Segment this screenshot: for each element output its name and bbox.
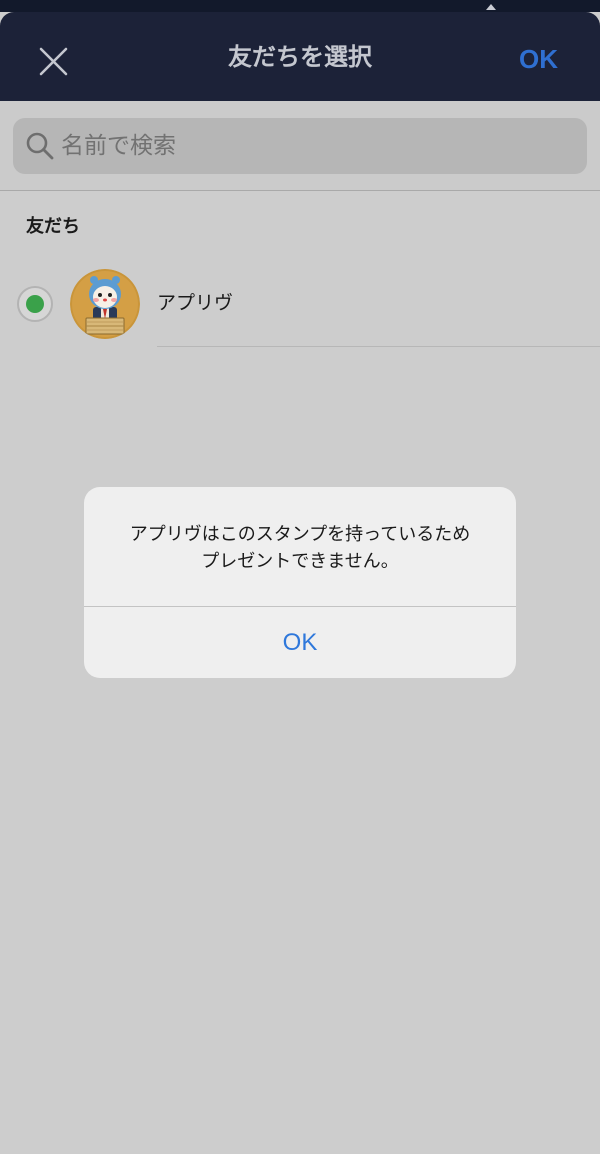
mascot-avatar	[70, 269, 140, 339]
avatar	[70, 269, 140, 339]
row-divider	[157, 346, 600, 347]
search-box[interactable]	[13, 118, 587, 174]
search-icon	[26, 132, 54, 160]
page-title: 友だちを選択	[228, 43, 372, 71]
header-bar: 友だちを選択 OK	[0, 12, 600, 101]
location-arrow-icon	[486, 4, 496, 10]
friend-list-item[interactable]: アプリヴ	[0, 262, 600, 347]
alert-message-line2: プレゼントできません。	[201, 551, 399, 572]
search-area	[0, 101, 600, 190]
status-bar	[0, 0, 600, 12]
search-input[interactable]	[61, 118, 571, 174]
section-header-friends: 友だち	[26, 216, 80, 237]
radio-selected-dot	[26, 295, 44, 313]
alert-message: アプリヴはこのスタンプを持っているため プレゼントできません。	[102, 521, 498, 575]
alert-message-line1: アプリヴはこのスタンプを持っているため	[129, 524, 471, 545]
divider	[0, 190, 600, 191]
alert-ok-button[interactable]: OK	[84, 607, 516, 678]
confirm-ok-button[interactable]: OK	[519, 42, 558, 76]
selected-radio[interactable]	[17, 286, 53, 322]
friend-name: アプリヴ	[157, 292, 234, 314]
alert-dialog: アプリヴはこのスタンプを持っているため プレゼントできません。 OK	[84, 487, 516, 678]
